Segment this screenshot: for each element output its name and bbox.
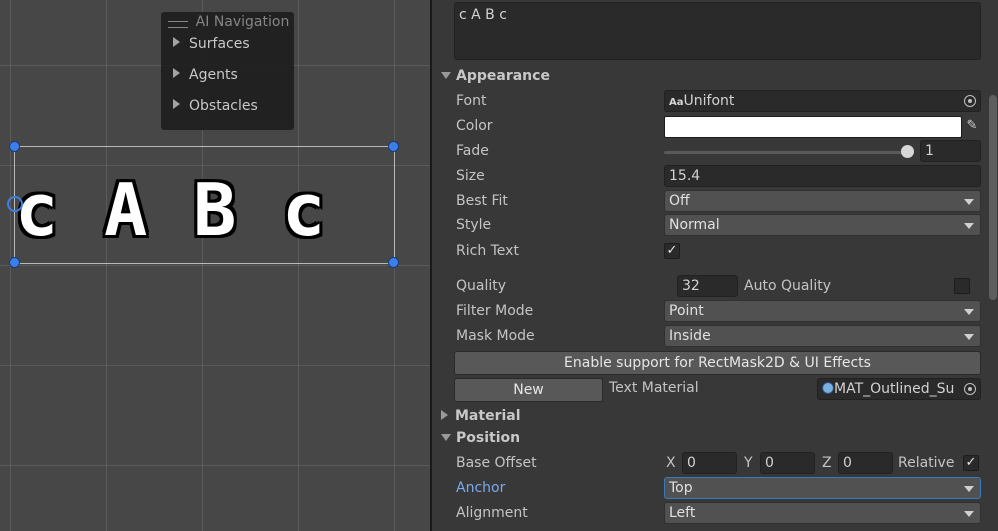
font-label: Font xyxy=(456,93,487,109)
fade-slider-thumb[interactable] xyxy=(901,145,914,158)
font-asset-icon: Aa xyxy=(669,97,684,108)
rect-transform-outline[interactable] xyxy=(14,146,395,264)
foldout-expanded-icon xyxy=(441,72,451,79)
rich-text-label: Rich Text xyxy=(456,243,519,259)
auto-quality-label: Auto Quality xyxy=(744,278,831,294)
filter-mode-label: Filter Mode xyxy=(456,303,534,319)
y-label: Y xyxy=(744,455,753,471)
x-offset-input[interactable]: 0 xyxy=(682,452,737,474)
fade-slider-track[interactable] xyxy=(664,151,909,154)
y-offset-input[interactable]: 0 xyxy=(760,452,815,474)
resize-handle-bottom-right[interactable] xyxy=(388,257,399,268)
best-fit-label: Best Fit xyxy=(456,193,508,209)
nav-item-agents[interactable]: Agents xyxy=(173,67,238,83)
object-picker-icon[interactable] xyxy=(964,383,976,395)
dropdown-arrow-icon xyxy=(964,309,974,315)
relative-checkbox[interactable]: ✓ xyxy=(963,455,979,471)
filter-mode-dropdown[interactable]: Point xyxy=(664,300,981,322)
anchor-label: Anchor xyxy=(456,480,506,496)
alignment-label: Alignment xyxy=(456,505,528,521)
material-sphere-icon xyxy=(822,382,834,394)
style-label: Style xyxy=(456,217,492,233)
z-offset-input[interactable]: 0 xyxy=(838,452,893,474)
dropdown-arrow-icon xyxy=(964,334,974,340)
enable-support-button[interactable]: Enable support for RectMask2D & UI Effec… xyxy=(454,351,981,375)
ai-navigation-overlay[interactable]: AI Navigation Surfaces Agents Obstacles xyxy=(161,12,294,130)
z-label: Z xyxy=(822,455,832,471)
style-dropdown[interactable]: Normal xyxy=(664,214,981,236)
text-material-label: Text Material xyxy=(609,380,699,396)
resize-handle-bottom-left[interactable] xyxy=(9,257,20,268)
relative-label: Relative xyxy=(898,455,955,471)
dropdown-arrow-icon xyxy=(964,511,974,517)
mask-mode-label: Mask Mode xyxy=(456,328,535,344)
alignment-dropdown[interactable]: Left xyxy=(664,502,981,524)
dropdown-arrow-icon xyxy=(964,223,974,229)
appearance-foldout[interactable]: Appearance xyxy=(441,68,550,84)
nav-item-surfaces[interactable]: Surfaces xyxy=(173,36,250,52)
eyedropper-icon[interactable]: ✎ xyxy=(962,115,982,137)
size-input[interactable]: 15.4 xyxy=(664,165,981,187)
quality-label: Quality xyxy=(456,278,507,294)
scene-view[interactable]: AI Navigation Surfaces Agents Obstacles … xyxy=(0,0,430,531)
ai-navigation-title: AI Navigation xyxy=(195,14,290,30)
object-picker-icon[interactable] xyxy=(964,95,976,107)
best-fit-dropdown[interactable]: Off xyxy=(664,190,981,212)
expand-triangle-icon xyxy=(173,68,180,78)
color-label: Color xyxy=(456,118,493,134)
resize-handle-top-left[interactable] xyxy=(9,141,20,152)
expand-triangle-icon xyxy=(173,99,180,109)
base-offset-label: Base Offset xyxy=(456,455,537,471)
dropdown-arrow-icon xyxy=(964,486,974,492)
rich-text-checkbox[interactable]: ✓ xyxy=(664,243,680,259)
font-value: Unifont xyxy=(683,93,735,109)
anchor-dropdown[interactable]: Top xyxy=(664,477,981,499)
foldout-collapsed-icon xyxy=(441,410,448,420)
inspector-scrollbar[interactable] xyxy=(989,95,997,300)
size-label: Size xyxy=(456,168,485,184)
position-foldout[interactable]: Position xyxy=(441,430,520,446)
font-object-field[interactable]: AaUnifont xyxy=(664,90,981,112)
pivot-icon[interactable] xyxy=(7,196,23,212)
text-input-area[interactable]: c A B c xyxy=(454,2,981,60)
dropdown-arrow-icon xyxy=(964,199,974,205)
resize-handle-top-right[interactable] xyxy=(388,141,399,152)
color-swatch[interactable] xyxy=(664,116,962,138)
expand-triangle-icon xyxy=(173,37,180,47)
text-material-object-field[interactable]: MAT_Outlined_Su xyxy=(817,378,981,400)
inspector-panel: c A B c Appearance Font AaUnifont Color … xyxy=(432,0,998,531)
new-material-button[interactable]: New xyxy=(454,378,603,402)
quality-input[interactable]: 32 xyxy=(677,275,738,297)
nav-item-obstacles[interactable]: Obstacles xyxy=(173,98,258,114)
fade-label: Fade xyxy=(456,143,489,159)
mask-mode-dropdown[interactable]: Inside xyxy=(664,325,981,347)
x-label: X xyxy=(666,455,676,471)
auto-quality-checkbox[interactable] xyxy=(954,278,970,294)
material-foldout[interactable]: Material xyxy=(441,408,521,424)
fade-input[interactable]: 1 xyxy=(920,140,981,162)
foldout-expanded-icon xyxy=(441,434,451,441)
